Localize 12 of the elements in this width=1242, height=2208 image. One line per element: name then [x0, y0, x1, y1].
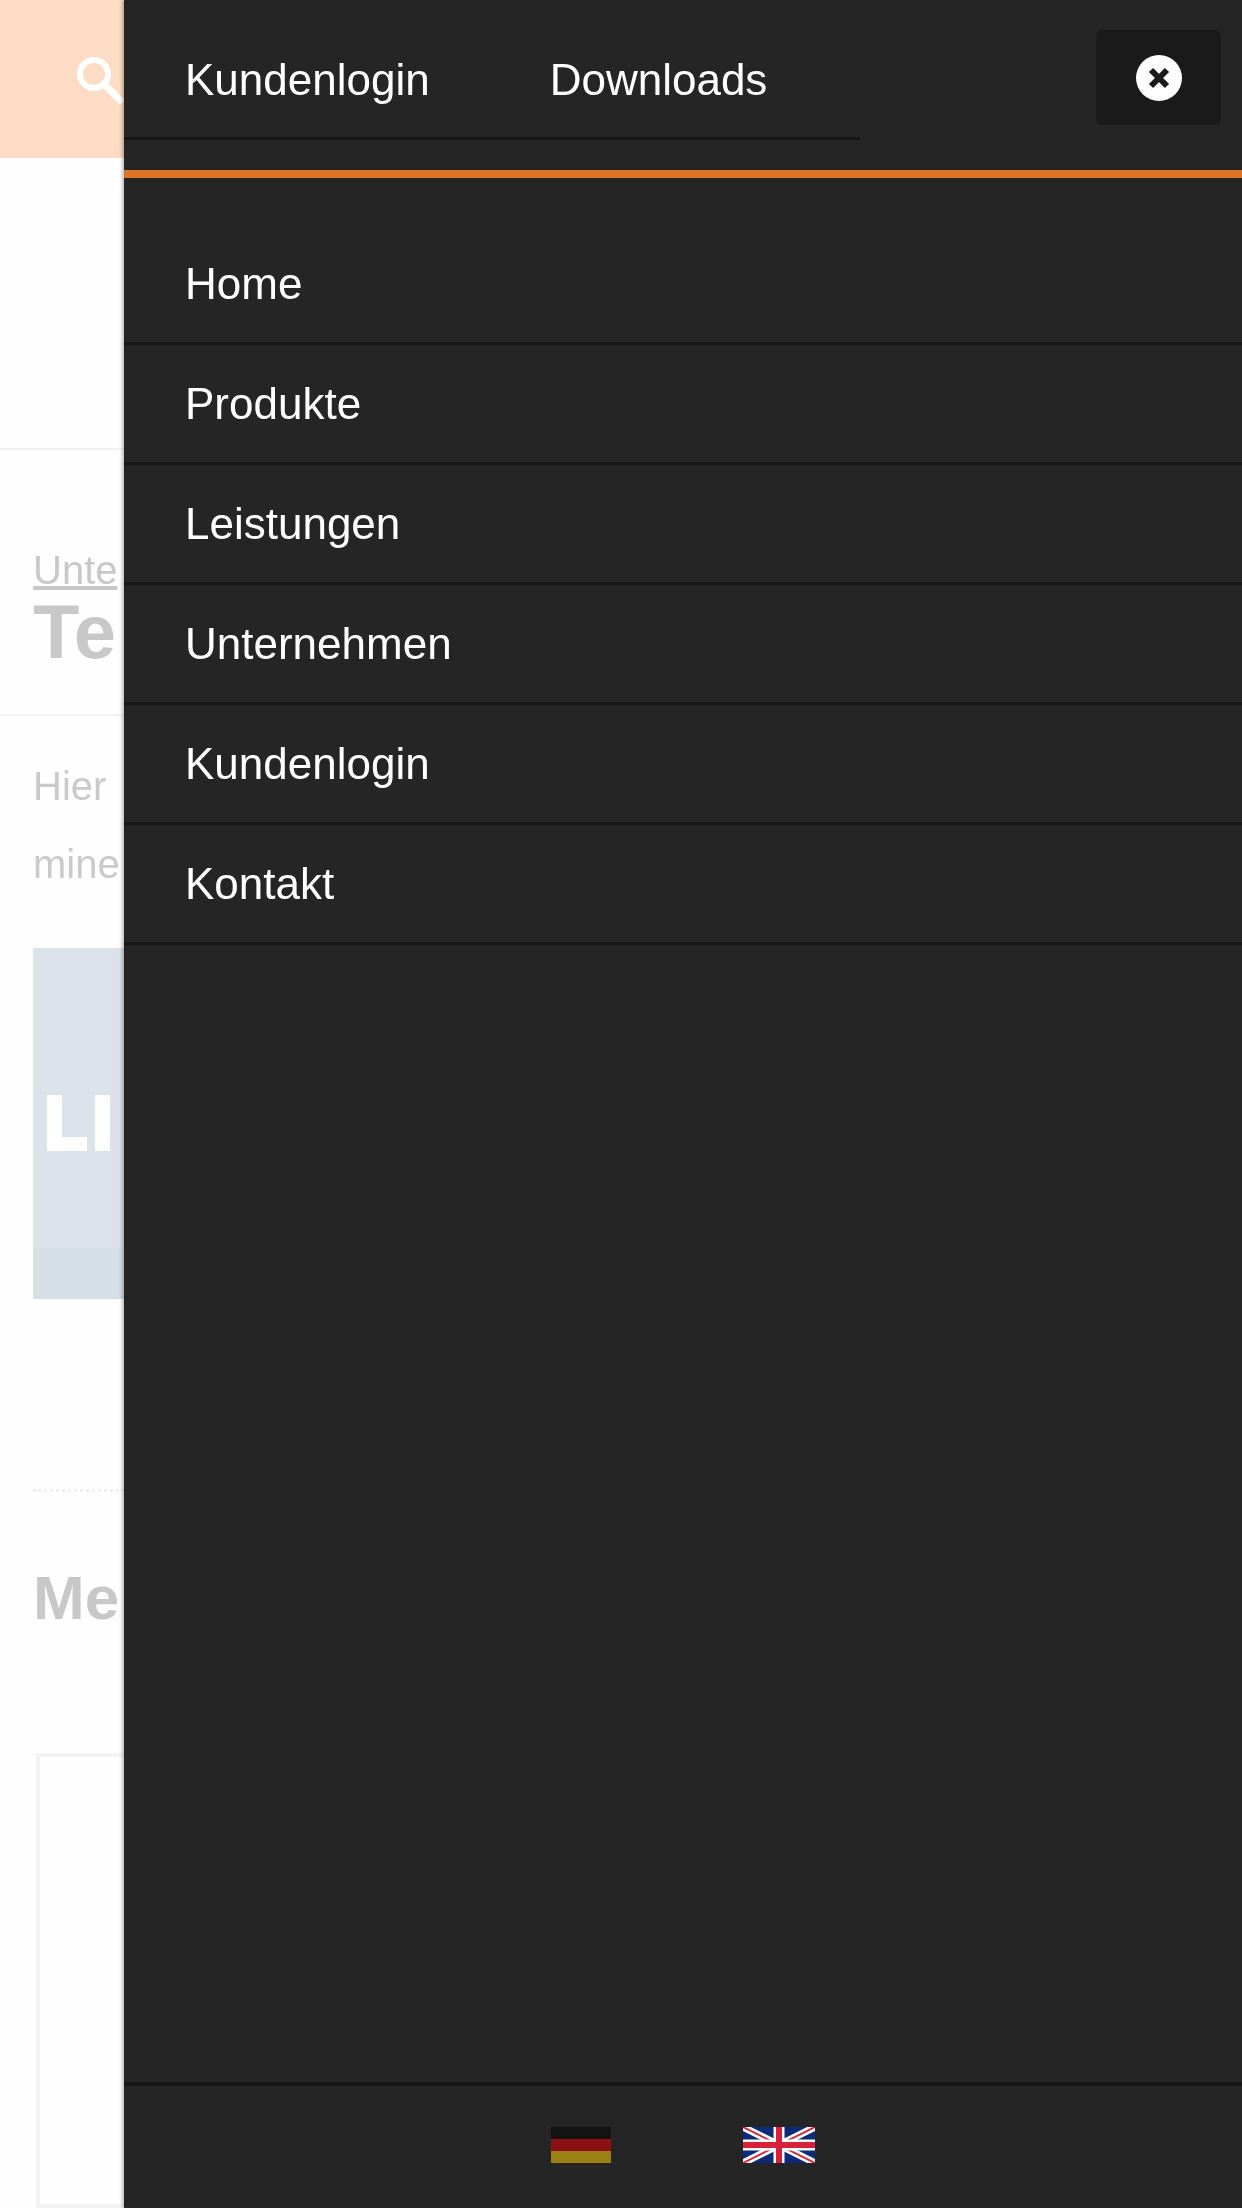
menu-item[interactable]: Unternehmen [124, 585, 1242, 705]
close-button[interactable] [1096, 30, 1221, 125]
menu-item[interactable]: Kundenlogin [124, 705, 1242, 825]
menu-item[interactable]: Home [124, 225, 1242, 345]
german-flag-icon[interactable] [551, 2127, 611, 2163]
british-flag-icon[interactable] [743, 2127, 815, 2163]
top-link[interactable]: Downloads [549, 40, 768, 120]
top-link[interactable]: Kundenlogin [185, 40, 430, 120]
close-icon [1135, 54, 1182, 101]
menu-item[interactable]: Leistungen [124, 465, 1242, 585]
menu-item[interactable]: Kontakt [124, 825, 1242, 945]
menu-item[interactable]: Produkte [124, 345, 1242, 465]
